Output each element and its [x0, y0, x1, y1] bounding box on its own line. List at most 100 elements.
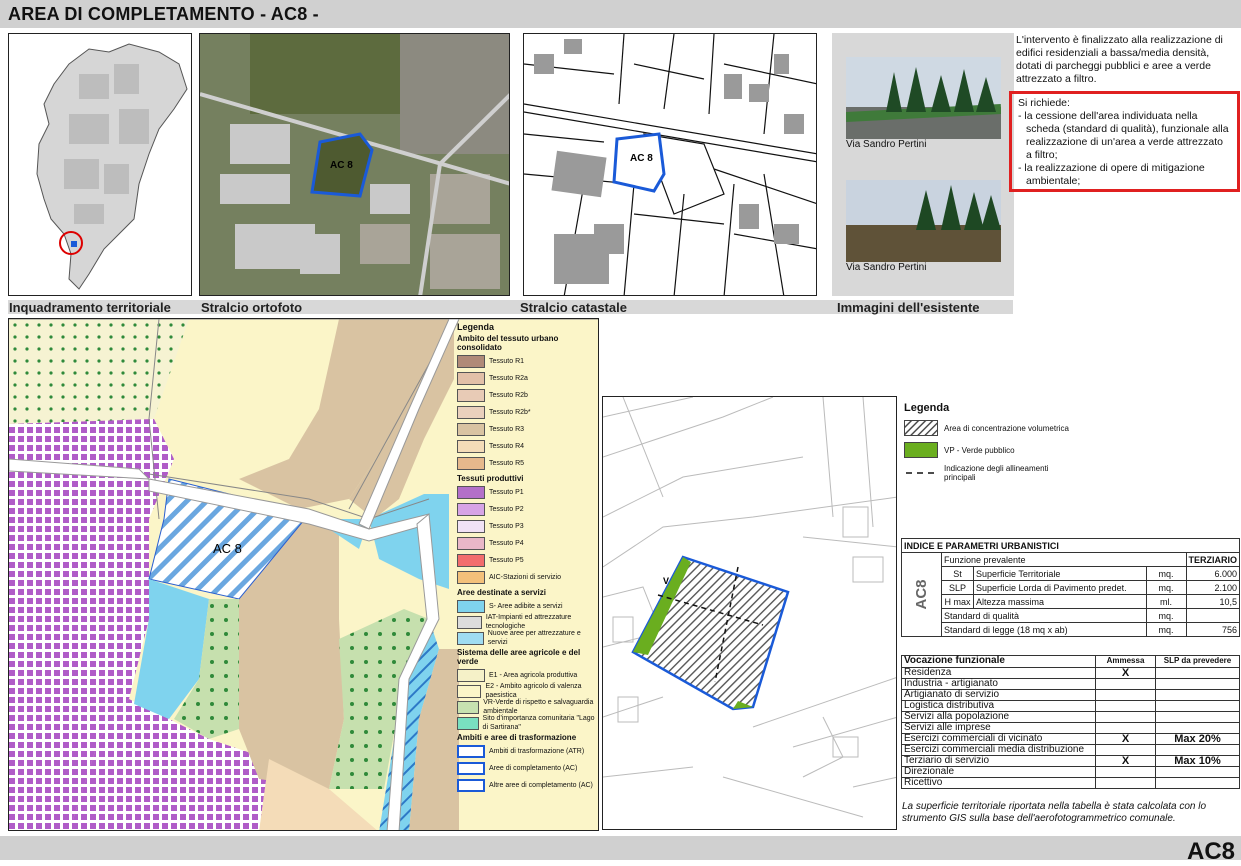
- caption-ortofoto: Stralcio ortofoto: [201, 300, 303, 315]
- legend-group-title: Tessuti produttivi: [457, 474, 524, 483]
- legend-item-label: Sito d'importanza comunitaria "Lago di S…: [482, 715, 595, 731]
- dashed-line-icon: [906, 472, 936, 474]
- legend-item-label: Tessuto R5: [489, 460, 525, 467]
- voc-function: Ricettivo: [902, 777, 1096, 789]
- legend-item-label: Tessuto R3: [489, 426, 525, 433]
- legend-swatch-icon: [457, 520, 485, 533]
- voc-row: Terziario di servizio X Max 10%: [902, 755, 1240, 767]
- std-qualita-label: Standard di qualità: [941, 608, 1147, 623]
- legend-swatch-icon: [457, 457, 485, 470]
- legend-swatch-icon: [457, 599, 485, 613]
- param-label: Superficie Territoriale: [973, 566, 1147, 581]
- plan-legend-label: Indicazione degli allineamenti principal…: [944, 464, 1049, 482]
- voc-slp: [1155, 766, 1240, 778]
- voc-slp: [1155, 777, 1240, 789]
- legend-item: E1 - Area agricola produttiva: [457, 667, 597, 683]
- voc-allowed: [1095, 722, 1156, 734]
- legend-item: Tessuto R2b*: [457, 404, 597, 421]
- legend-item-label: Tessuto P3: [489, 523, 524, 530]
- legend-swatch-icon: [457, 762, 485, 775]
- legend-group-title: Ambiti e aree di trasformazione: [457, 733, 577, 742]
- legend-item-label: Ambiti di trasformazione (ATR): [489, 748, 585, 755]
- plan-v-label: V: [663, 576, 669, 586]
- legend-swatch-icon: [457, 668, 485, 682]
- legend-item: Tessuto P1: [457, 484, 597, 501]
- legend-swatch-icon: [457, 406, 485, 419]
- legend-item: Tessuto R2a: [457, 370, 597, 387]
- std-legge-value: 756: [1185, 622, 1240, 637]
- voc-row: Industria - artigianato: [902, 678, 1240, 690]
- funzione-label: Funzione prevalente: [941, 552, 1187, 567]
- legend-swatch-icon: [457, 537, 485, 550]
- params-side-label: AC8: [913, 579, 930, 610]
- voc-function: Terziario di servizio: [902, 755, 1096, 767]
- legend-swatch-icon: [457, 631, 484, 645]
- param-label: Altezza massima: [973, 594, 1147, 609]
- legend-swatch-icon: [457, 423, 485, 436]
- prg-legend-groups: Ambito del tessuto urbano consolidato Tes…: [457, 334, 597, 794]
- plan-legend-item: VP - Verde pubblico: [904, 442, 1124, 458]
- voc-allowed: X: [1095, 755, 1156, 767]
- prg-legend-title: Legenda: [457, 322, 495, 332]
- plan-legend-label: Area di concentrazione volumetrica: [944, 423, 1069, 433]
- plan-legend-title: Legenda: [904, 402, 950, 414]
- voc-slp: Max 20%: [1155, 733, 1240, 745]
- legend-swatch-icon: [457, 554, 485, 567]
- intervention-description: L'intervento è finalizzato alla realizza…: [1016, 34, 1223, 85]
- voc-row: Esercizi commerciali di vicinato X Max 20%: [902, 733, 1240, 745]
- photo-1: [846, 57, 1001, 139]
- voc-allowed: [1095, 777, 1156, 789]
- requirement-item: - la cessione dell'area individuata nell…: [1018, 110, 1229, 161]
- municipality-outline: [36, 43, 188, 290]
- legend-swatch-icon: [457, 486, 485, 499]
- inquadramento-map: [8, 33, 192, 296]
- legend-item-label: Tessuto R1: [489, 358, 525, 365]
- legend-item-label: Tessuto R2b*: [489, 409, 531, 416]
- legend-item-label: S- Aree adibite a servizi: [489, 602, 563, 610]
- voc-slp: [1155, 678, 1240, 690]
- voc-function: Industria - artigianato: [902, 678, 1096, 690]
- legend-item: Tessuto P4: [457, 535, 597, 552]
- voc-header: Vocazione funzionale: [902, 656, 1096, 668]
- legend-item: Tessuto P3: [457, 518, 597, 535]
- legend-item: VR-Verde di rispetto e salvaguardia ambi…: [457, 699, 597, 715]
- voc-slp: [1155, 711, 1240, 723]
- legend-swatch-icon: [457, 389, 485, 402]
- voc-allowed: X: [1095, 667, 1156, 679]
- legend-item-label: Altre aree di completamento (AC): [489, 782, 593, 789]
- legend-item-label: Aree di completamento (AC): [489, 765, 578, 772]
- legend-item: Tessuto P2: [457, 501, 597, 518]
- catastale-ac8-label: AC 8: [630, 153, 653, 164]
- caption-esistente: Immagini dell'esistente: [837, 300, 980, 315]
- param-code: St: [941, 566, 974, 581]
- caption-inquadramento: Inquadramento territoriale: [9, 300, 171, 315]
- param-value: 6.000: [1185, 566, 1240, 581]
- legend-swatch-icon: [457, 779, 485, 792]
- legend-item: Altre aree di completamento (AC): [457, 777, 597, 794]
- legend-swatch-icon: [457, 716, 479, 730]
- legend-swatch-icon: [457, 745, 485, 758]
- green-swatch-icon: [904, 442, 938, 458]
- page-footer: AC8: [0, 836, 1241, 865]
- legend-item: Aree di completamento (AC): [457, 760, 597, 777]
- caption-catastale: Stralcio catastale: [520, 300, 627, 315]
- param-unit: mq.: [1145, 580, 1187, 595]
- voc-row: Logistica distributiva: [902, 700, 1240, 712]
- legend-swatch-icon: [457, 355, 485, 368]
- voc-slp: [1155, 722, 1240, 734]
- plan-legend-label: VP - Verde pubblico: [944, 445, 1015, 455]
- params-table: INDICE E PARAMETRI URBANISTICI AC8 Funzi…: [901, 538, 1240, 637]
- photo-1-caption: Via Sandro Pertini: [846, 139, 927, 150]
- hatch-swatch-icon: [904, 420, 938, 436]
- plan-map: V: [602, 396, 897, 830]
- legend-item: Tessuto R4: [457, 438, 597, 455]
- std-legge-unit: mq.: [1145, 622, 1187, 637]
- voc-row: Residenza X: [902, 667, 1240, 679]
- legend-group-title: Sistema delle aree agricole e del verde: [457, 648, 581, 666]
- voc-function: Servizi alla popolazione: [902, 711, 1096, 723]
- voc-allowed: [1095, 711, 1156, 723]
- param-unit: mq.: [1145, 566, 1187, 581]
- legend-swatch-icon: [457, 684, 482, 698]
- param-value: 2.100: [1185, 580, 1240, 595]
- prg-map: AC 8 Legenda Ambito del tessuto urbano c…: [8, 318, 599, 831]
